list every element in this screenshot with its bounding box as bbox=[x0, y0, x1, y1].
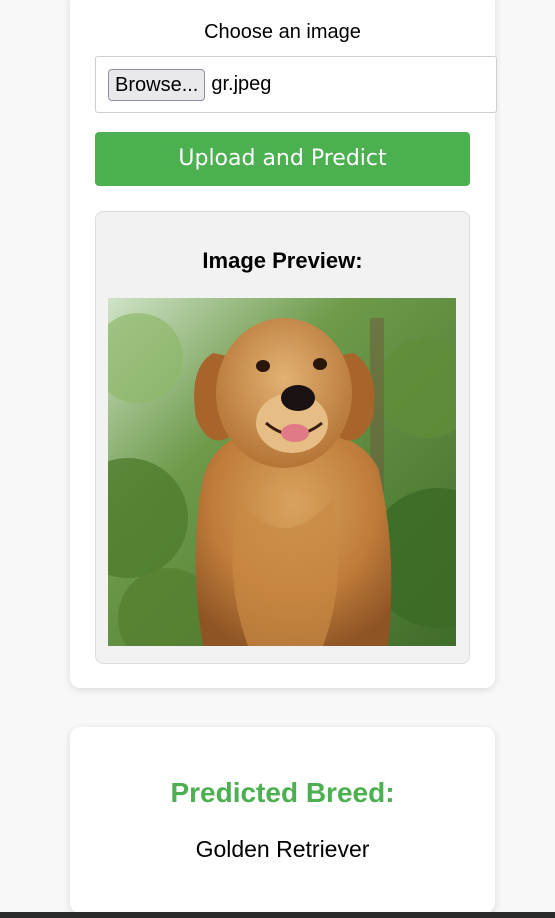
preview-title: Image Preview: bbox=[202, 248, 363, 273]
predicted-breed-heading: Predicted Breed: bbox=[170, 777, 395, 808]
upload-and-predict-button[interactable]: Upload and Predict bbox=[95, 132, 470, 186]
upload-card: Choose an image Browse... gr.jpeg Upload… bbox=[70, 0, 497, 688]
result-card: Predicted Breed: Golden Retriever bbox=[70, 727, 495, 913]
dog-photo bbox=[108, 298, 456, 646]
selected-file-name: gr.jpeg bbox=[211, 73, 272, 95]
page: Choose an image Browse... gr.jpeg Upload… bbox=[0, 0, 555, 918]
image-preview-panel: Image Preview: bbox=[95, 211, 470, 664]
browse-button[interactable]: Browse... bbox=[108, 68, 206, 101]
choose-image-label: Choose an image bbox=[204, 21, 361, 43]
predicted-breed-value: Golden Retriever bbox=[195, 836, 370, 862]
preview-image bbox=[108, 298, 456, 646]
file-input[interactable]: Browse... gr.jpeg bbox=[95, 56, 497, 113]
bottom-bar bbox=[0, 912, 555, 918]
